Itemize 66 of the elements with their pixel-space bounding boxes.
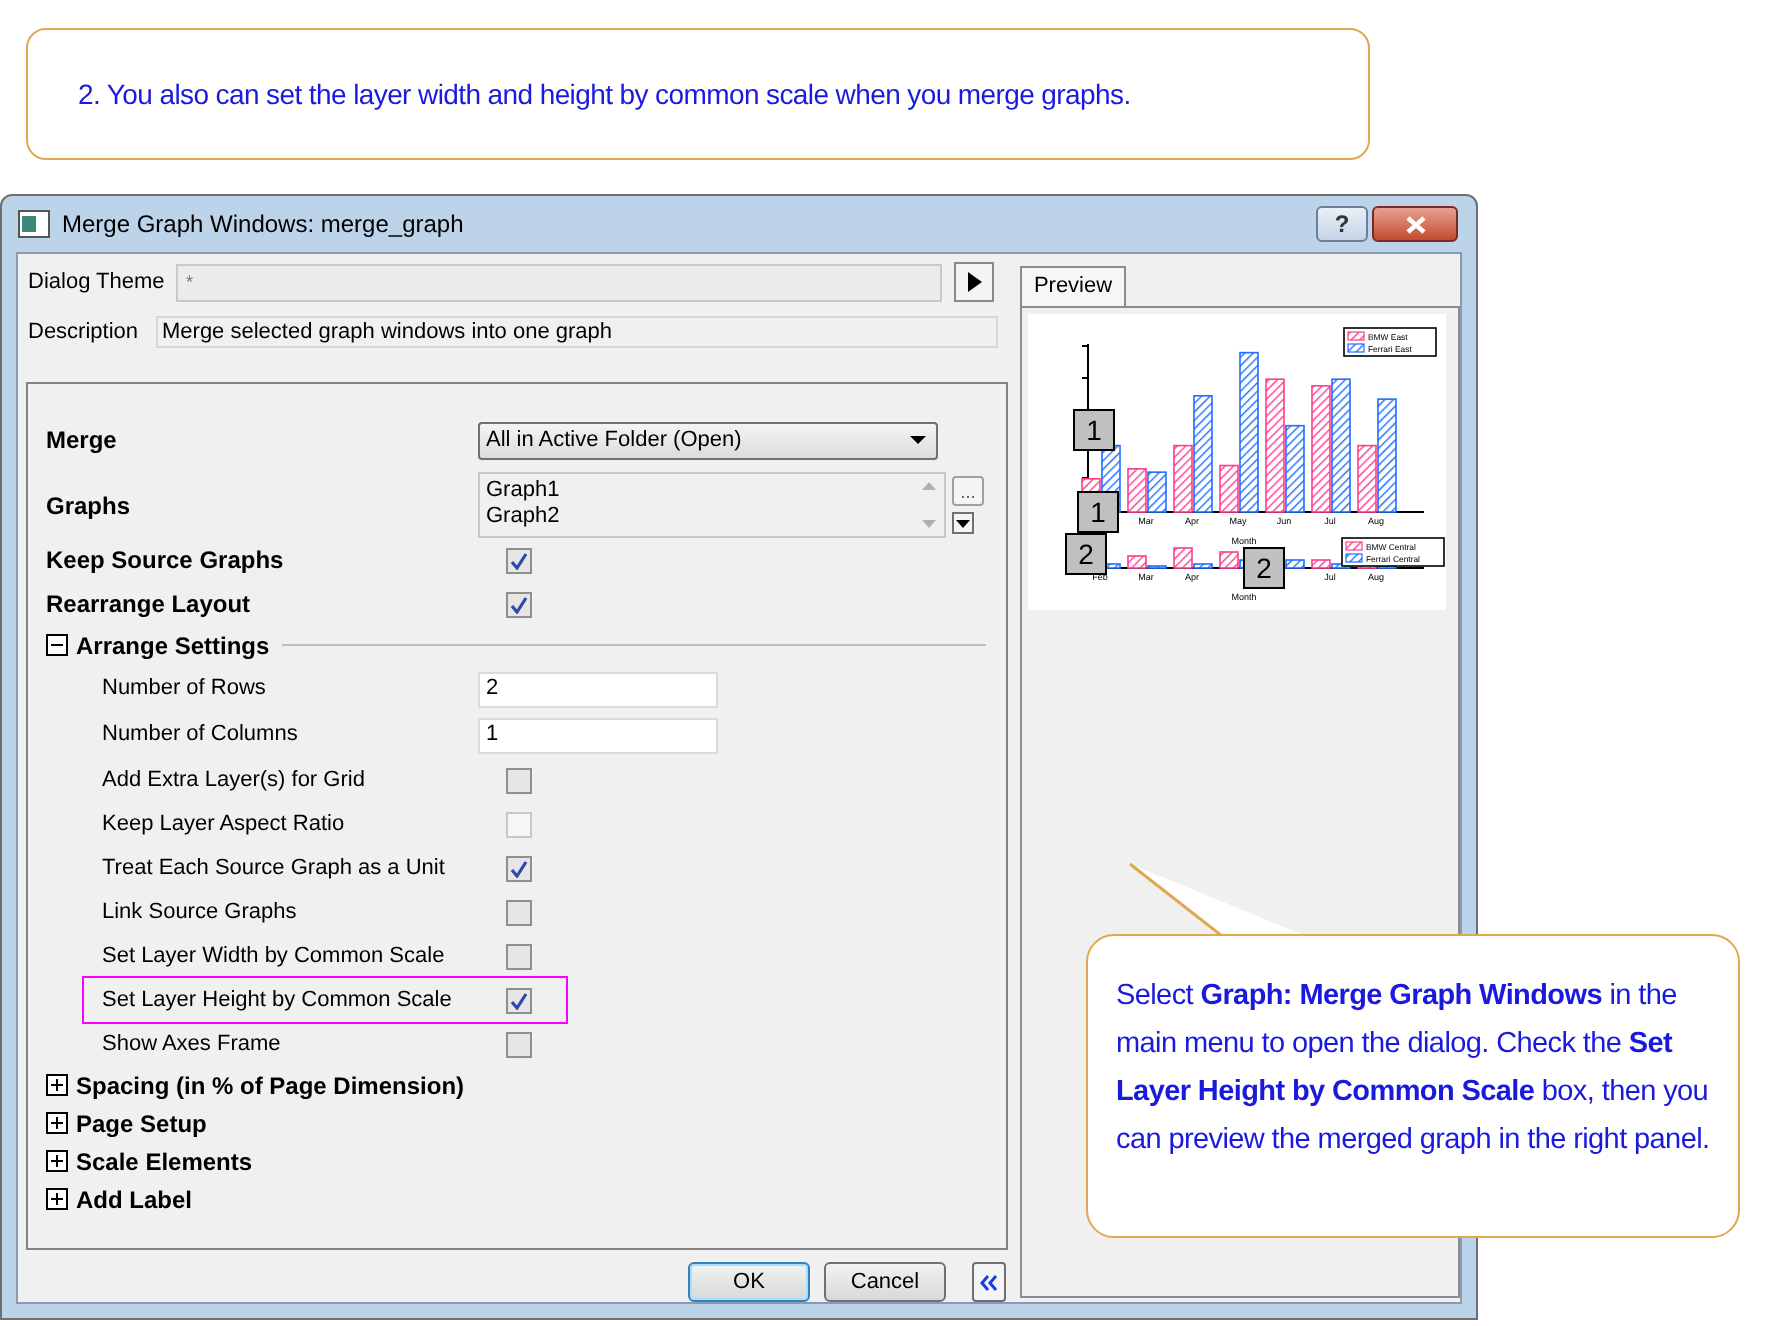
setting-label: Number of Rows [100,674,268,705]
close-button[interactable] [1372,206,1458,242]
setting-label: Keep Source Graphs [44,544,286,578]
browse-button[interactable]: ... [952,476,984,506]
chart-bar [1127,468,1147,513]
play-icon [967,272,981,292]
ok-button[interactable]: OK [688,1262,810,1302]
preview-tab[interactable]: Preview [1020,266,1126,306]
field-label: Dialog Theme [28,267,167,298]
setting-label: Keep Layer Aspect Ratio [100,809,347,840]
double-chevron-left-icon [980,1273,998,1291]
layer-badge[interactable]: 2 [1065,533,1107,575]
chart-bar [1311,385,1331,513]
chart-bar [1147,471,1167,513]
group-label[interactable]: Page Setup [76,1105,207,1141]
setting-label: Add Extra Layer(s) for Grid [100,765,367,796]
expand-icon[interactable] [46,1112,68,1134]
callout-text: 2. You also can set the layer width and height by common scale when you merge graphs. [78,76,1131,114]
checkbox[interactable] [506,1031,532,1057]
group-label[interactable]: Scale Elements [76,1143,253,1179]
group-label[interactable]: Arrange Settings [76,627,270,663]
window-title: Merge Graph Windows: merge_graph [62,208,466,242]
checkbox[interactable] [506,767,532,793]
theme-field[interactable]: * [176,263,942,301]
expand-icon[interactable] [46,1074,68,1096]
setting-label: Merge [44,424,119,458]
layer-badge[interactable]: 2 [1243,547,1285,589]
checkbox[interactable] [506,855,532,881]
number-field[interactable]: 1 [478,717,718,753]
close-icon [1405,215,1425,233]
setting-label: Rearrange Layout [44,588,253,622]
collapse-icon[interactable] [46,634,68,656]
collapse-panel-button[interactable] [972,1262,1006,1302]
chart-bar [1331,378,1351,513]
setting-label: Link Source Graphs [100,897,299,928]
graphs-list[interactable]: Graph1 Graph2 [478,472,946,538]
merge-dropdown[interactable]: All in Active Folder (Open) [478,421,938,459]
app-icon [18,210,50,238]
setting-label: Show Axes Frame [100,1029,283,1060]
number-field[interactable]: 2 [478,671,718,707]
help-button[interactable]: ? [1316,206,1368,242]
checkbox[interactable] [506,591,532,617]
setting-label: Number of Columns [100,720,300,751]
chart-bar [1285,559,1305,569]
list-item[interactable]: Graph1 [486,478,914,504]
layer-badge[interactable]: 1 [1073,409,1115,451]
field-label: Description [28,317,141,348]
list-item[interactable]: Graph2 [486,504,914,530]
play-button[interactable] [954,262,994,302]
setting-label: Set Layer Width by Common Scale [100,941,447,972]
checkbox[interactable] [506,987,532,1013]
checkbox[interactable] [506,899,532,925]
checkbox[interactable] [506,547,532,573]
description-field: Merge selected graph windows into one graph [156,316,998,348]
dropdown-arrow-icon [910,436,926,444]
setting-label: Treat Each Source Graph as a Unit [100,853,447,884]
callout-text: Select Graph: Merge Graph Windows in the main menu to open the dialog. Check the Set Layer Height by Common Scale box, then you can preview the merged graph in the right panel. [1116,980,1710,1156]
cancel-button[interactable]: Cancel [824,1262,946,1302]
group-label[interactable]: Spacing (in % of Page Dimension) [76,1067,465,1103]
layer-badge[interactable]: 1 [1077,491,1119,533]
group-label[interactable]: Add Label [76,1181,193,1217]
checkbox[interactable] [506,943,532,969]
setting-label: Set Layer Height by Common Scale [100,985,454,1016]
setting-label: Graphs [44,489,133,523]
expand-icon[interactable] [46,1188,68,1210]
expand-icon[interactable] [46,1150,68,1172]
